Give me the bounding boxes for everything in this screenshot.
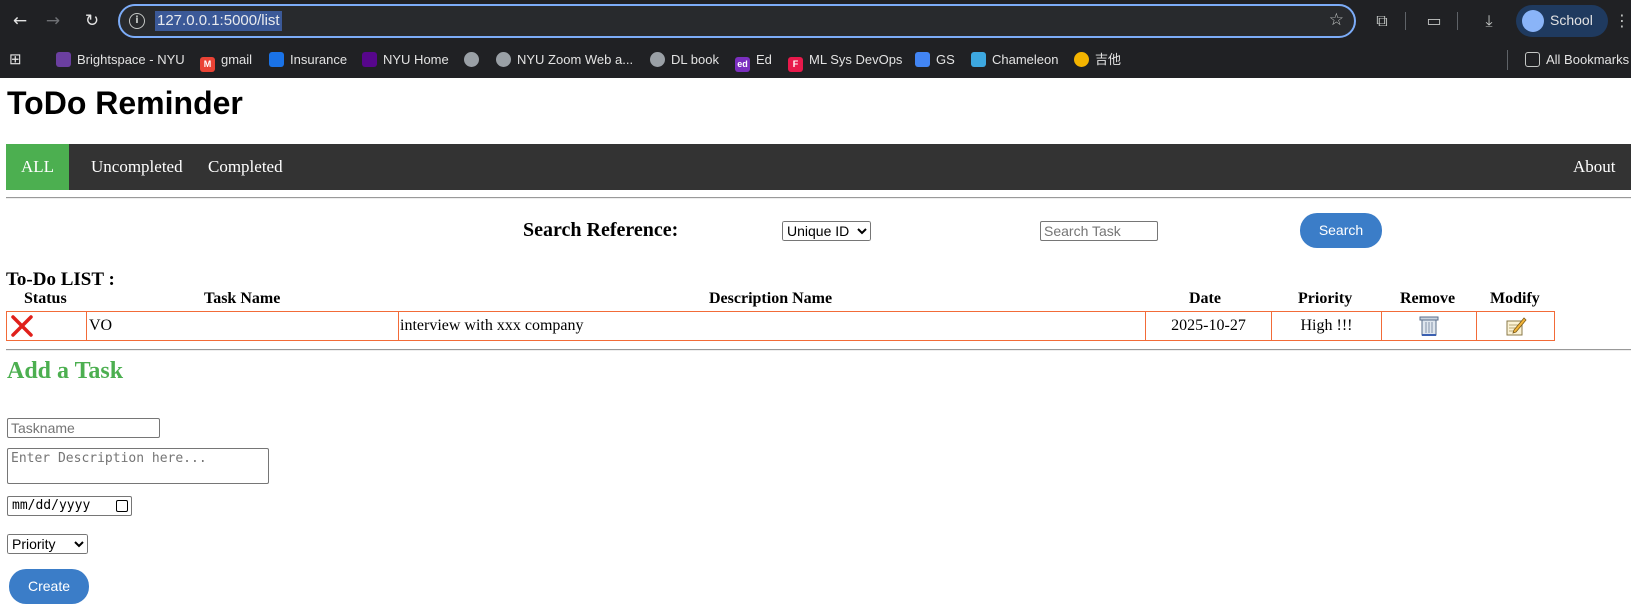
uncompleted-x-icon[interactable] [10,314,34,338]
folder-icon [1525,52,1540,67]
profile-name: School [1550,12,1593,28]
download-icon[interactable]: ⤓ [1477,9,1501,33]
bookmark-nyu-zoom[interactable]: NYU Zoom Web a... [496,50,633,70]
globe-icon [464,52,479,67]
nav-all[interactable]: ALL [6,144,69,190]
header-modify: Modify [1490,290,1540,307]
status-cell[interactable] [7,312,87,340]
nyu-icon [362,52,377,67]
profile-button[interactable]: School [1516,5,1608,37]
bookmark-gmail[interactable]: Mgmail [200,50,252,72]
create-button[interactable]: Create [9,569,89,604]
date-placeholder: mm/dd/yyyy [12,498,91,513]
brightspace-icon [56,52,71,67]
calendar-icon[interactable] [116,500,128,512]
header-description: Description Name [709,290,833,307]
site-info-icon[interactable]: i [129,13,145,29]
apps-grid-icon[interactable]: ⊞ [9,50,22,70]
toolbar-divider [1457,12,1458,30]
all-bookmarks[interactable]: All Bookmarks [1525,50,1629,70]
priority-cell: High !!! [1272,312,1382,340]
header-remove: Remove [1400,290,1456,307]
guitar-icon [1074,52,1089,67]
header-status: Status [24,290,67,307]
bookmarks-divider [1507,50,1508,70]
bookmark-ml-sys-devops[interactable]: F ML Sys DevOps [788,50,902,72]
task-name-cell: VO [87,312,399,340]
avatar [1522,10,1544,32]
menu-kebab-icon[interactable]: ⋮ [1614,9,1630,33]
date-cell: 2025-10-27 [1146,312,1272,340]
remove-cell [1382,312,1477,340]
header-task-name: Task Name [204,290,281,307]
address-bar[interactable]: i 127.0.0.1:5000/list ☆ [118,4,1356,38]
description-textarea[interactable] [7,448,269,484]
search-input[interactable] [1040,221,1158,241]
header-priority: Priority [1298,290,1353,307]
ed-icon: ed [735,57,750,72]
bookmark-insurance[interactable]: Insurance [269,50,347,70]
bookmark-brightspace[interactable]: Brightspace - NYU [56,50,185,70]
nav-completed[interactable]: Completed [192,144,299,190]
gmail-icon: M [200,57,215,72]
bookmark-globe[interactable] [464,50,485,70]
nav-about[interactable]: About [1557,144,1631,190]
priority-select[interactable]: Priority [7,534,88,554]
extensions-icon[interactable]: ⧉ [1370,9,1394,33]
bookmark-gs[interactable]: GS [915,50,955,70]
url-text[interactable]: 127.0.0.1:5000/list [155,11,282,31]
description-cell: interview with xxx company [399,312,1146,340]
bookmark-star-icon[interactable]: ☆ [1329,10,1344,30]
search-button[interactable]: Search [1300,213,1382,248]
bookmark-guitar[interactable]: 吉他 [1074,50,1121,70]
bookmark-chameleon[interactable]: Chameleon [971,50,1059,70]
search-reference-label: Search Reference: [523,219,679,241]
browser-toolbar: ← → ↻ i 127.0.0.1:5000/list ☆ ⧉ ▭ ⤓ Scho… [0,0,1631,42]
bookmark-dl-book[interactable]: DL book [650,50,719,70]
top-nav: ALL Uncompleted Completed About [6,144,1631,190]
bar-chart-icon [915,52,930,67]
table-row: VO interview with xxx company 2025-10-27… [6,311,1555,341]
forward-icon[interactable]: → [41,9,65,33]
globe-icon [650,52,665,67]
chameleon-icon [971,52,986,67]
media-control-icon[interactable]: ▭ [1422,9,1446,33]
add-task-title: Add a Task [7,358,124,384]
divider [6,349,1631,351]
page-title: ToDo Reminder [7,85,243,121]
trash-icon[interactable] [1419,315,1439,337]
reload-icon[interactable]: ↻ [80,9,104,33]
taskname-input[interactable] [7,418,160,438]
globe-icon [496,52,511,67]
bookmarks-bar: ⊞ Brightspace - NYU Mgmail Insurance NYU… [0,42,1631,78]
toolbar-divider [1405,12,1406,30]
date-input[interactable]: mm/dd/yyyy [7,496,132,516]
insurance-icon [269,52,284,67]
bookmark-ed[interactable]: ed Ed [735,50,772,72]
todo-list-title: To-Do LIST : [6,269,115,290]
f-icon: F [788,57,803,72]
search-reference-select[interactable]: Unique ID [782,221,871,241]
divider [6,197,1631,199]
nav-uncompleted[interactable]: Uncompleted [75,144,199,190]
bookmark-nyu-home[interactable]: NYU Home [362,50,449,70]
back-icon[interactable]: ← [8,9,32,33]
header-date: Date [1189,290,1221,307]
edit-icon[interactable] [1505,315,1527,337]
modify-cell [1477,312,1555,340]
